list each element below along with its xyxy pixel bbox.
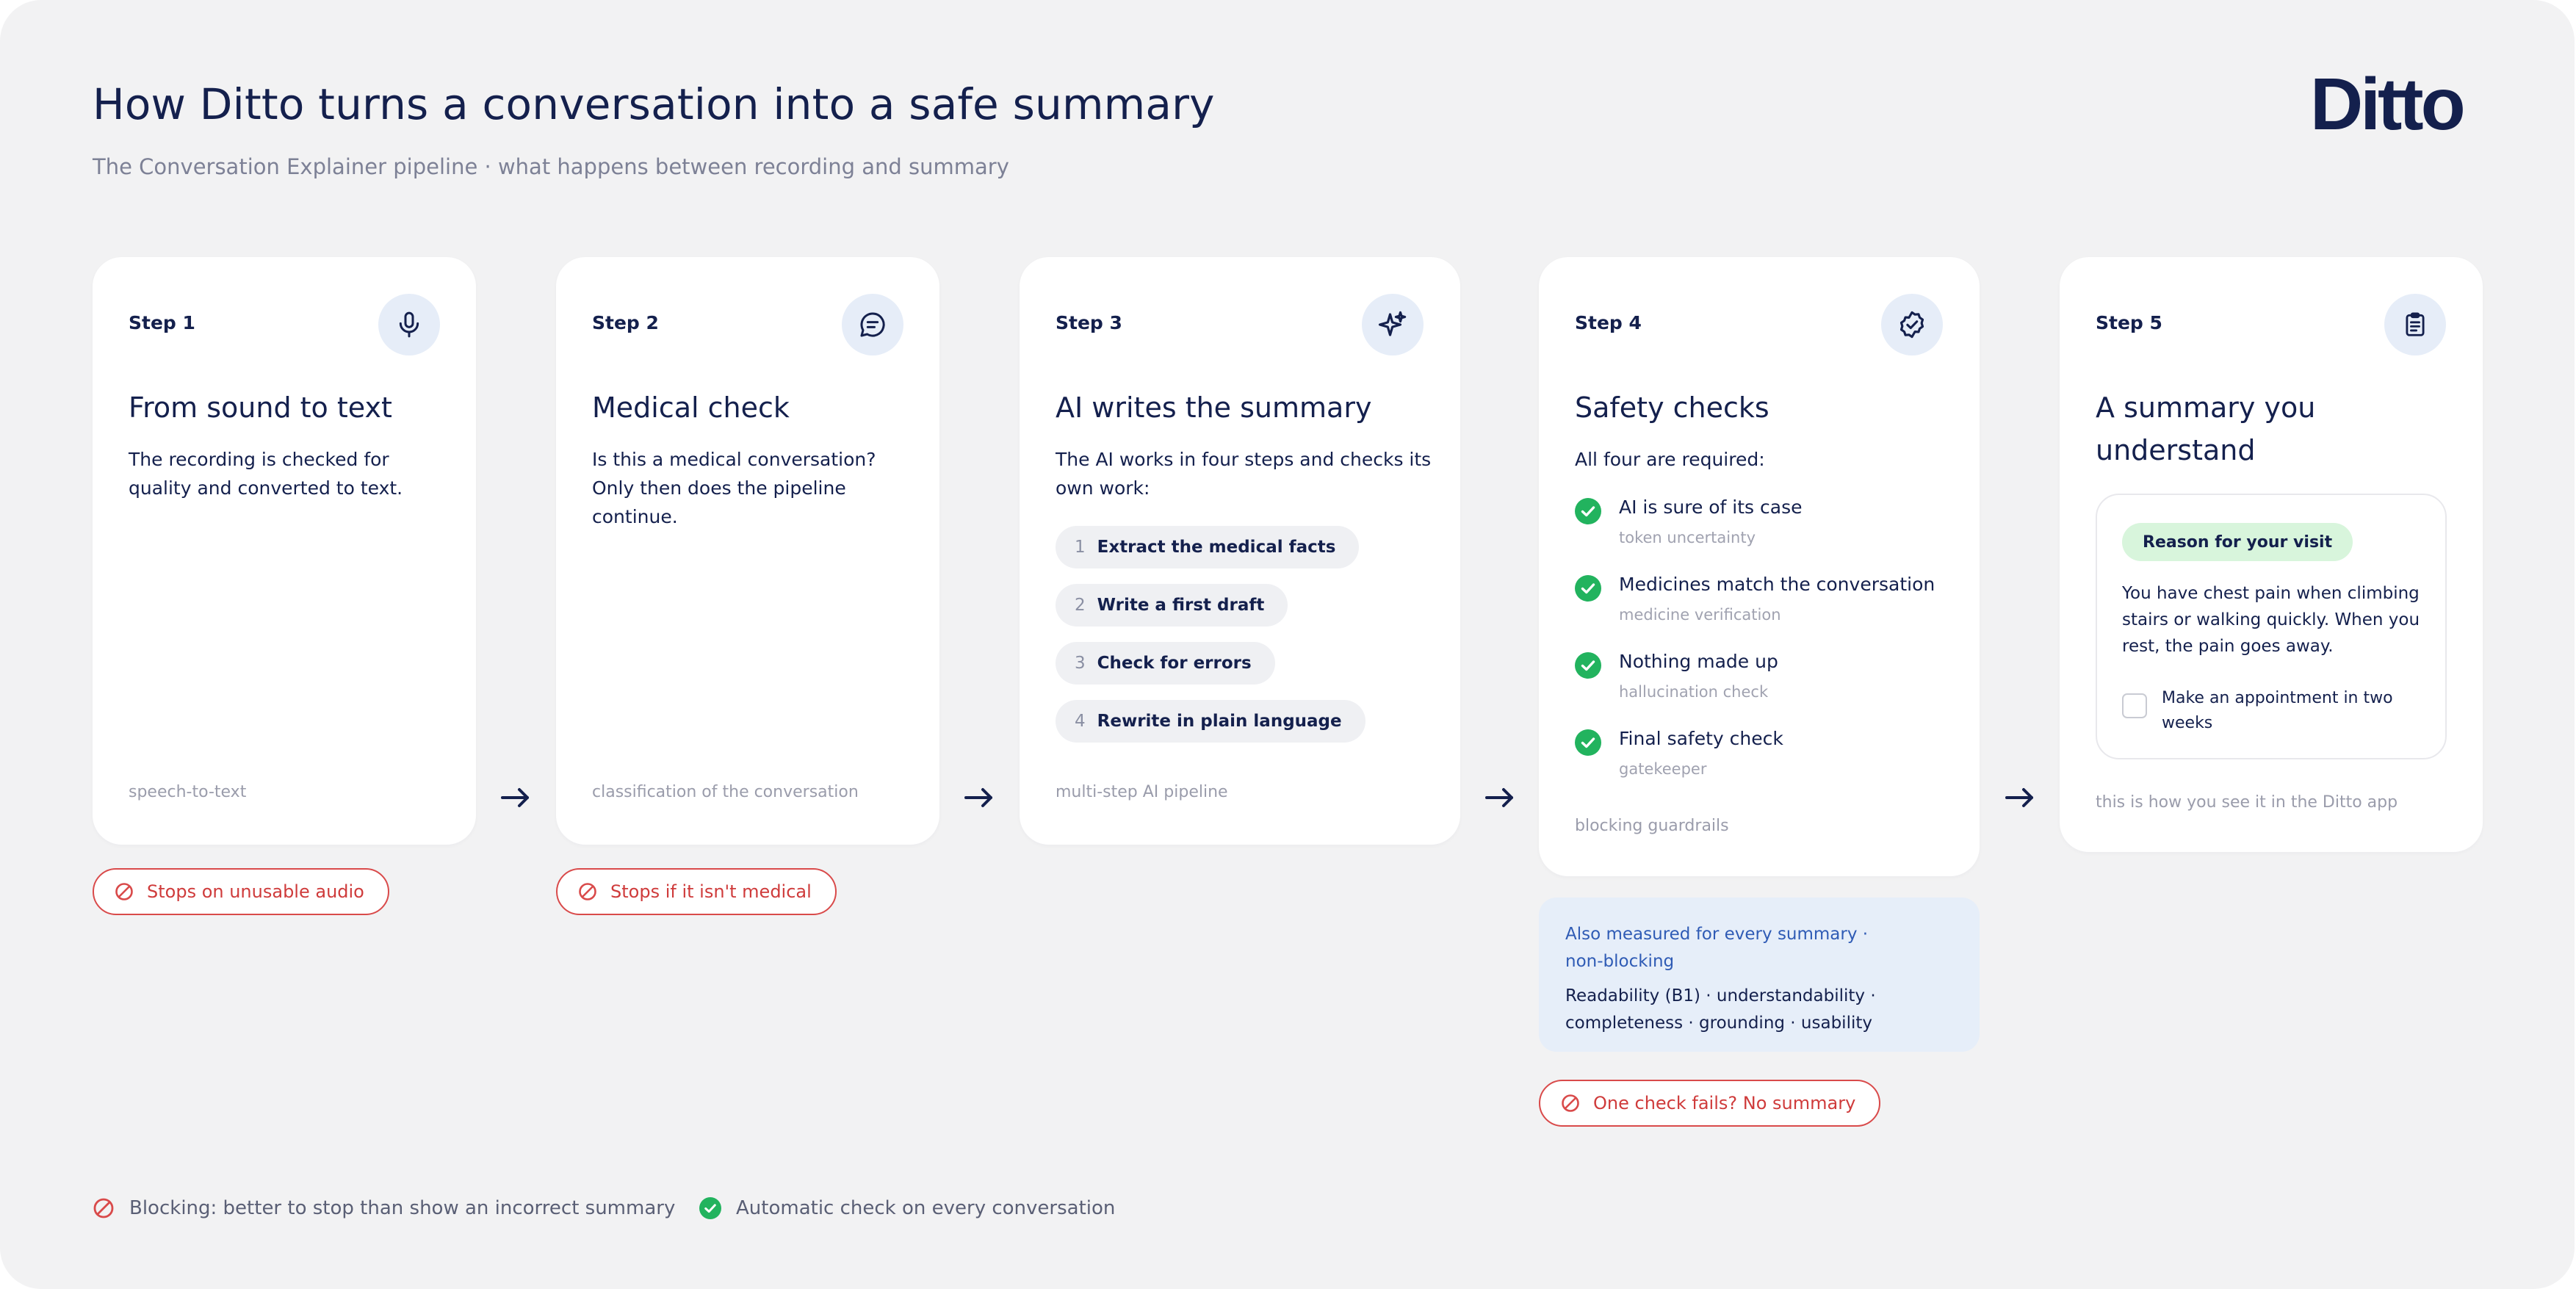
check-subtitle: medicine verification	[1619, 606, 1781, 624]
step-1-card: Step 1 From sound to text The recording …	[93, 257, 476, 845]
step-description: Is this a medical conversation? Only the…	[592, 449, 876, 527]
page-subtitle: The Conversation Explainer pipeline · wh…	[93, 154, 1009, 179]
step-description: The AI works in four steps and checks it…	[1056, 449, 1432, 499]
diagram-canvas: How Ditto turns a conversation into a sa…	[0, 0, 2575, 1289]
check-title: Final safety check	[1619, 728, 1783, 749]
arrow-right-icon	[964, 788, 992, 807]
check-title: Nothing made up	[1619, 651, 1778, 672]
check-subtitle: gatekeeper	[1619, 760, 1707, 778]
ditto-logo: Ditto	[2310, 65, 2467, 145]
substep-text: Rewrite in plain language	[1097, 712, 1342, 731]
microphone-icon	[378, 294, 440, 355]
arrow-right-icon	[2005, 788, 2033, 807]
stop-badge-audio: Stops on unusable audio	[93, 868, 389, 915]
step-title: Medical check	[592, 391, 790, 424]
substep-number: 4	[1075, 712, 1086, 731]
logo-lettering: Ditto	[2310, 65, 2464, 145]
legend-blocking: Blocking: better to stop than show an in…	[93, 1197, 675, 1219]
legend-blocking-text: Blocking: better to stop than show an in…	[129, 1197, 676, 1219]
blocked-icon	[1562, 1094, 1579, 1112]
non-blocking-metrics-box: Also measured for every summary · non-bl…	[1539, 898, 1980, 1052]
stop-badge-text: Stops if it isn't medical	[610, 881, 812, 902]
substep-text: Extract the medical facts	[1097, 538, 1336, 557]
step-footer: this is how you see it in the Ditto app	[2096, 793, 2398, 812]
step-3-card: Step 3 AI writes the summary The AI work…	[1020, 257, 1460, 845]
step-title: AI writes the summary	[1056, 391, 1372, 424]
chat-bubble-icon	[842, 294, 903, 355]
check-title: Medicines match the conversation	[1619, 574, 1935, 595]
metrics-list: Readability (B1) · understandability · c…	[1565, 986, 1876, 1033]
metrics-heading: Also measured for every summary · non-bl…	[1565, 925, 1869, 971]
step-title: A summary you understand	[2096, 391, 2316, 466]
check-title: AI is sure of its case	[1619, 497, 1803, 518]
reason-tag: Reason for your visit	[2122, 523, 2353, 561]
step-description: The recording is checked for quality and…	[129, 449, 403, 499]
check-circle-icon	[1575, 652, 1601, 679]
blocked-icon	[115, 883, 133, 900]
step-label: Step 2	[592, 312, 659, 333]
arrow-right-icon	[1485, 788, 1513, 807]
step-2-card: Step 2 Medical check Is this a medical c…	[556, 257, 939, 845]
check-circle-icon	[1575, 575, 1601, 602]
step-footer: multi-step AI pipeline	[1056, 783, 1228, 801]
stop-badge-text: One check fails? No summary	[1593, 1093, 1856, 1113]
substep-number: 1	[1075, 538, 1086, 557]
substep-text: Write a first draft	[1097, 596, 1265, 615]
substep-number: 2	[1075, 596, 1086, 615]
check-circle-icon	[699, 1197, 721, 1219]
blocked-icon	[93, 1198, 114, 1218]
stop-badge-safety: One check fails? No summary	[1539, 1080, 1881, 1127]
summary-text: You have chest pain when climbing stairs…	[2122, 584, 2420, 656]
blocked-icon	[579, 883, 596, 900]
stop-badge-text: Stops on unusable audio	[147, 881, 364, 902]
stop-badge-medical: Stops if it isn't medical	[556, 868, 837, 915]
step-description: All four are required:	[1575, 449, 1765, 470]
substep-pill: 1 Extract the medical facts	[1056, 526, 1360, 568]
legend-automatic: Automatic check on every conversation	[699, 1197, 1115, 1219]
check-subtitle: hallucination check	[1619, 683, 1769, 701]
substep-pill: 4 Rewrite in plain language	[1056, 700, 1365, 743]
app-summary-preview: Reason for your visit You have chest pai…	[2096, 494, 2447, 759]
substep-number: 3	[1075, 654, 1086, 673]
substep-pill: 2 Write a first draft	[1056, 584, 1288, 627]
step-title: Safety checks	[1575, 391, 1769, 424]
clipboard-document-icon	[2384, 294, 2446, 355]
substep-text: Check for errors	[1097, 654, 1252, 673]
check-circle-icon	[1575, 498, 1601, 524]
arrow-right-icon	[501, 788, 529, 807]
todo-text: Make an appointment in two weeks	[2162, 689, 2393, 732]
step-label: Step 5	[2096, 312, 2162, 333]
step-5-card: Step 5 A summary you understand Reason f…	[2060, 257, 2483, 852]
step-title: From sound to text	[129, 391, 392, 424]
step-label: Step 1	[129, 312, 195, 333]
step-4-card: Step 4 Safety checks All four are requir…	[1539, 257, 1980, 876]
check-subtitle: token uncertainty	[1619, 529, 1756, 546]
legend-automatic-text: Automatic check on every conversation	[736, 1197, 1116, 1219]
todo-checkbox[interactable]	[2122, 693, 2147, 718]
substep-pill: 3 Check for errors	[1056, 642, 1275, 685]
step-label: Step 3	[1056, 312, 1122, 333]
sparkle-icon	[1362, 294, 1424, 355]
step-footer: classification of the conversation	[592, 783, 859, 801]
step-footer: speech-to-text	[129, 783, 247, 801]
verified-badge-icon	[1881, 294, 1943, 355]
page-title: How Ditto turns a conversation into a sa…	[93, 79, 1215, 129]
check-circle-icon	[1575, 729, 1601, 756]
step-label: Step 4	[1575, 312, 1642, 333]
step-footer: blocking guardrails	[1575, 817, 1729, 835]
